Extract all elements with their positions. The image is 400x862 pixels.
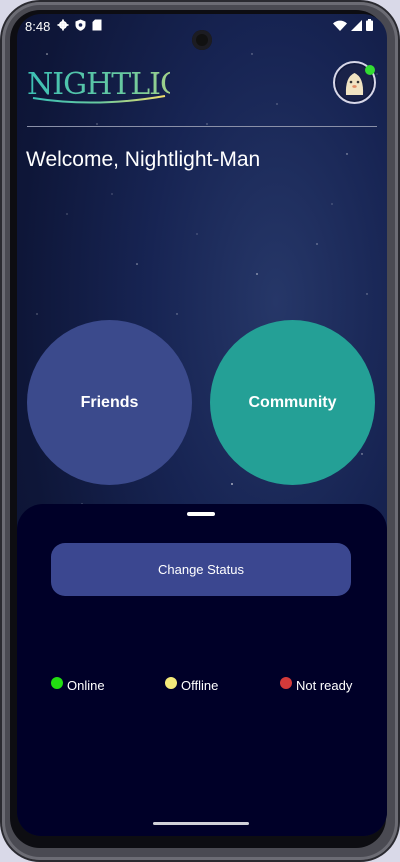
change-status-label: Change Status bbox=[157, 562, 244, 577]
wifi-icon bbox=[333, 20, 347, 31]
shield-icon bbox=[75, 19, 86, 31]
status-icons-right bbox=[333, 19, 373, 31]
legend-offline-label: Offline bbox=[181, 678, 219, 693]
svg-text:NIGHTLIGHT: NIGHTLIGHT bbox=[27, 67, 170, 102]
sim-card-icon bbox=[92, 19, 102, 31]
legend-online: Online bbox=[51, 676, 105, 693]
signal-icon bbox=[351, 19, 362, 31]
status-time: 8:48 bbox=[25, 19, 51, 34]
friends-label: Friends bbox=[80, 393, 139, 411]
header-divider bbox=[27, 126, 377, 127]
legend-not-ready: Not ready bbox=[280, 676, 353, 693]
nightlight-logo: NIGHTLIGHT bbox=[27, 67, 170, 104]
battery-icon bbox=[366, 19, 373, 31]
app-screen: 8:48 NIGHTLI Welcome, Nightlight-Man Fri… bbox=[17, 14, 387, 836]
sheet-drag-handle[interactable] bbox=[187, 512, 215, 516]
online-dot-icon bbox=[51, 676, 63, 689]
front-camera bbox=[192, 30, 212, 50]
legend-not-ready-label: Not ready bbox=[296, 678, 353, 693]
change-status-button[interactable]: Change Status bbox=[51, 543, 351, 596]
friends-button[interactable]: Friends bbox=[27, 320, 192, 485]
gesture-nav-pill[interactable] bbox=[153, 822, 249, 825]
online-status-dot bbox=[365, 65, 375, 75]
status-icons-left bbox=[57, 19, 102, 31]
community-button[interactable]: Community bbox=[210, 320, 375, 485]
community-label: Community bbox=[248, 393, 337, 411]
legend-offline: Offline bbox=[165, 676, 219, 693]
gear-icon bbox=[57, 19, 69, 31]
legend-online-label: Online bbox=[67, 678, 105, 693]
not-ready-dot-icon bbox=[280, 676, 292, 689]
welcome-message: Welcome, Nightlight-Man bbox=[26, 148, 261, 171]
bottom-sheet: Change Status Online Offline Not ready bbox=[17, 504, 387, 836]
offline-dot-icon bbox=[165, 676, 177, 689]
